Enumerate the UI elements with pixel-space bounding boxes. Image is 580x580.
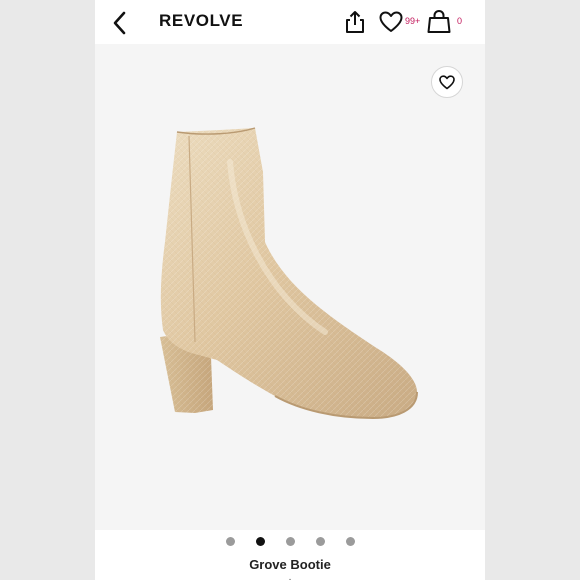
favorite-button[interactable] — [431, 66, 463, 98]
carousel-dot[interactable] — [225, 537, 235, 546]
carousel-dot[interactable] — [315, 537, 325, 546]
top-nav-bar: REVOLVE 99+ 0 — [95, 0, 485, 44]
wishlist-button[interactable] — [379, 11, 403, 33]
carousel-dot[interactable] — [285, 537, 295, 546]
app-screen: REVOLVE 99+ 0 Grove Bootie · — [95, 0, 485, 580]
wishlist-count-badge: 99+ — [405, 16, 421, 26]
product-image — [160, 127, 418, 420]
heart-icon — [439, 75, 455, 90]
shopping-bag-icon — [427, 9, 451, 33]
product-subtitle-cutoff: · — [288, 574, 292, 580]
product-image-gallery[interactable] — [95, 44, 485, 530]
shopping-bag-button[interactable] — [427, 9, 451, 34]
carousel-pagination — [95, 537, 485, 547]
carousel-dot[interactable] — [255, 537, 265, 546]
chevron-left-icon — [113, 11, 126, 35]
back-button[interactable] — [111, 10, 129, 36]
share-button[interactable] — [344, 10, 366, 34]
product-name: Grove Bootie — [249, 557, 331, 572]
heart-icon — [379, 11, 403, 32]
brand-logo[interactable]: REVOLVE — [159, 11, 243, 31]
share-icon — [346, 11, 364, 33]
bag-count-badge: 0 — [457, 16, 463, 26]
carousel-dot[interactable] — [345, 537, 355, 546]
